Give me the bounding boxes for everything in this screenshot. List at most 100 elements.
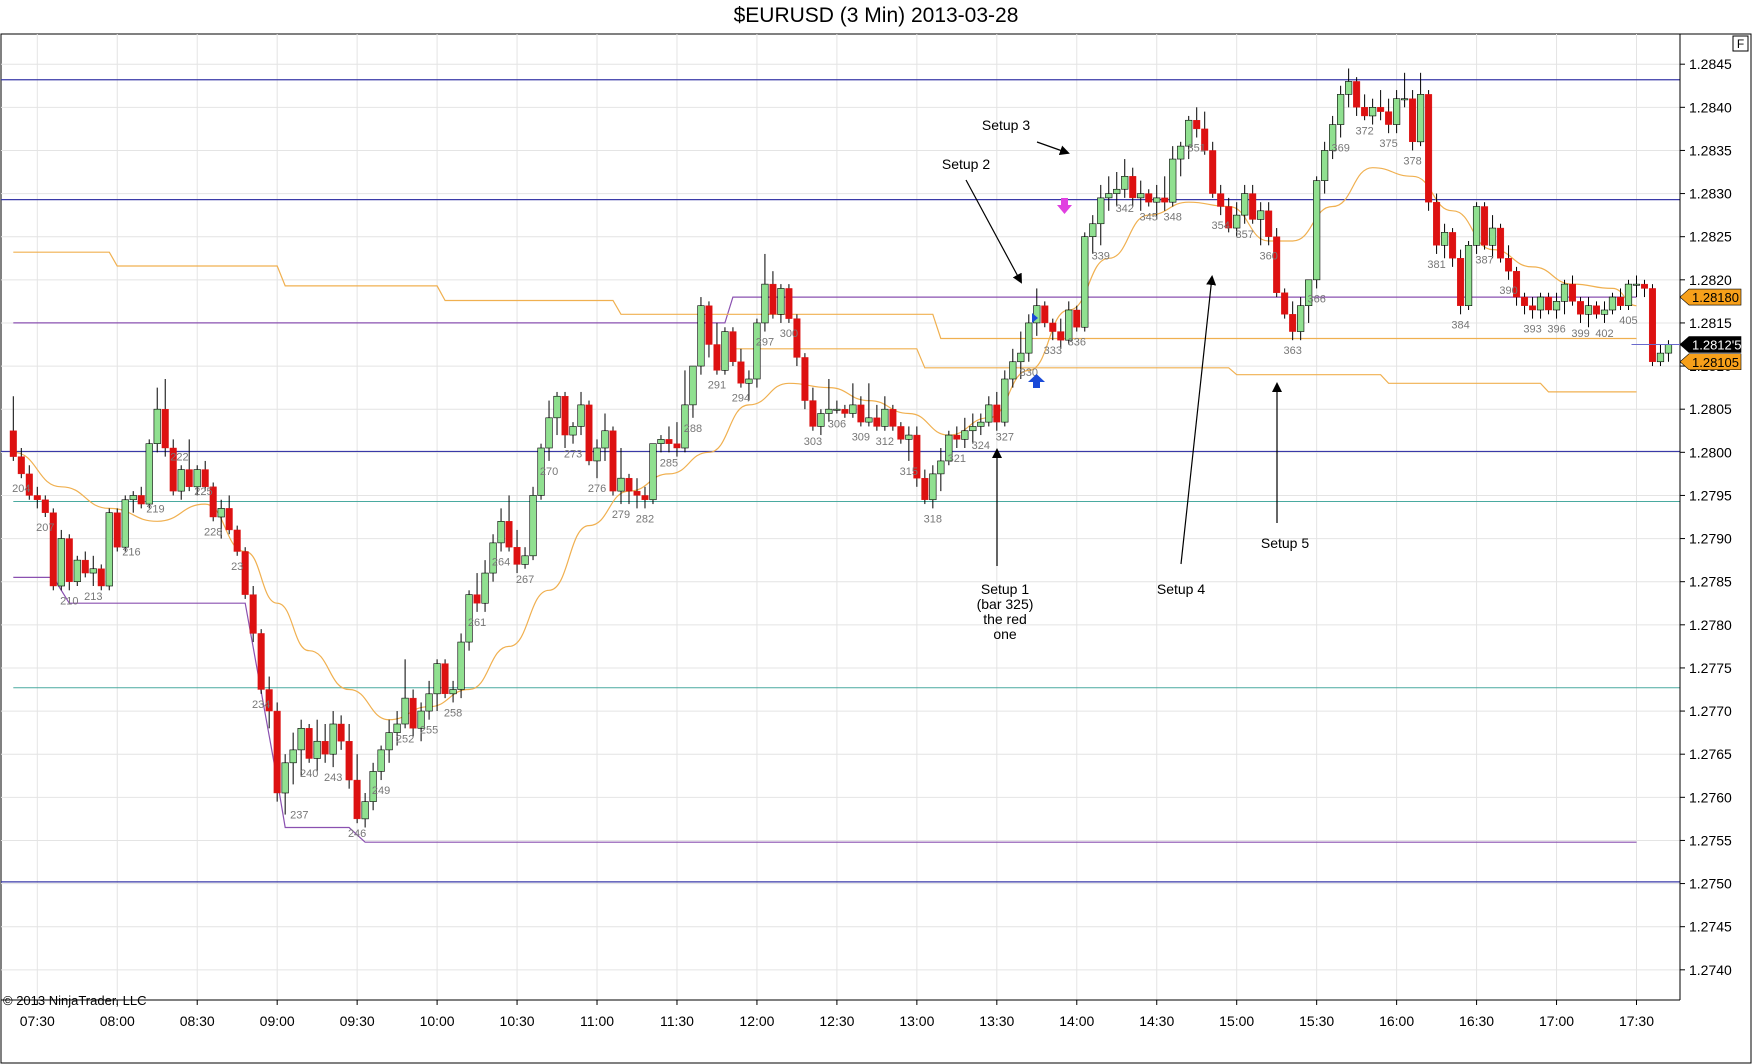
candle-327[interactable] bbox=[1001, 370, 1009, 427]
candle-410[interactable] bbox=[1664, 340, 1673, 362]
candle-206[interactable] bbox=[33, 486, 41, 509]
candle-250[interactable] bbox=[385, 719, 393, 763]
candle-223[interactable] bbox=[169, 439, 177, 496]
price-axis[interactable]: 1.2845 1.2840 1.2835 1.2830 1.2825 1.2820 1.28… bbox=[1679, 34, 1732, 1000]
candle-262[interactable] bbox=[481, 560, 489, 612]
candle-403[interactable] bbox=[1608, 292, 1617, 315]
candle-340[interactable] bbox=[1105, 176, 1113, 211]
candle-237[interactable] bbox=[281, 754, 289, 815]
candle-214[interactable] bbox=[97, 564, 105, 591]
candle-281[interactable] bbox=[633, 478, 641, 509]
candle-285[interactable] bbox=[665, 426, 673, 453]
candle-258[interactable] bbox=[449, 680, 457, 703]
candle-357[interactable] bbox=[1241, 184, 1249, 224]
candle-280[interactable] bbox=[625, 473, 633, 505]
candle-302[interactable] bbox=[801, 353, 809, 410]
candle-288[interactable] bbox=[689, 365, 697, 418]
candle-276[interactable] bbox=[593, 439, 601, 479]
candle-338[interactable] bbox=[1089, 215, 1097, 254]
candle-402[interactable] bbox=[1600, 301, 1609, 323]
candle-306[interactable] bbox=[833, 400, 841, 414]
candles[interactable] bbox=[9, 68, 1673, 828]
candle-373[interactable] bbox=[1369, 98, 1377, 125]
candle-359[interactable] bbox=[1257, 202, 1265, 246]
candle-388[interactable] bbox=[1488, 215, 1497, 259]
candle-374[interactable] bbox=[1377, 90, 1385, 121]
candle-273[interactable] bbox=[569, 422, 577, 444]
candle-364[interactable] bbox=[1297, 297, 1305, 341]
candle-362[interactable] bbox=[1281, 288, 1289, 319]
candle-321[interactable] bbox=[953, 426, 961, 448]
candle-380[interactable] bbox=[1425, 90, 1433, 211]
candle-404[interactable] bbox=[1616, 288, 1624, 310]
candle-272[interactable] bbox=[561, 391, 569, 448]
candle-290[interactable] bbox=[705, 301, 713, 358]
candle-243[interactable] bbox=[329, 711, 337, 768]
candle-367[interactable] bbox=[1321, 141, 1329, 194]
candle-242[interactable] bbox=[321, 724, 329, 763]
candle-304[interactable] bbox=[817, 409, 825, 436]
candle-292[interactable] bbox=[721, 327, 729, 375]
candle-383[interactable] bbox=[1449, 228, 1457, 267]
candle-244[interactable] bbox=[337, 715, 345, 750]
candle-283[interactable] bbox=[649, 443, 657, 505]
candle-345[interactable] bbox=[1145, 189, 1153, 207]
candle-369[interactable] bbox=[1337, 85, 1345, 138]
candle-267[interactable] bbox=[521, 547, 529, 569]
candle-282[interactable] bbox=[641, 486, 649, 509]
candle-246[interactable] bbox=[353, 754, 361, 824]
candle-377[interactable] bbox=[1401, 72, 1409, 108]
candle-249[interactable] bbox=[377, 745, 385, 781]
candle-291[interactable] bbox=[713, 322, 721, 375]
candle-378[interactable] bbox=[1409, 90, 1417, 151]
candle-232[interactable] bbox=[241, 547, 249, 599]
candle-326[interactable] bbox=[993, 391, 1001, 431]
candle-381[interactable] bbox=[1433, 193, 1441, 254]
candle-234[interactable] bbox=[257, 629, 265, 694]
candle-386[interactable] bbox=[1472, 202, 1481, 254]
candle-284[interactable] bbox=[657, 435, 665, 453]
candle-207[interactable] bbox=[41, 495, 49, 517]
candle-287[interactable] bbox=[681, 370, 689, 453]
candle-337[interactable] bbox=[1081, 232, 1089, 332]
candle-384[interactable] bbox=[1457, 249, 1465, 315]
candle-222[interactable] bbox=[161, 379, 169, 457]
candle-375[interactable] bbox=[1385, 98, 1393, 134]
candle-363[interactable] bbox=[1289, 301, 1297, 341]
candle-351[interactable] bbox=[1193, 107, 1201, 138]
candle-389[interactable] bbox=[1497, 223, 1505, 263]
candle-257[interactable] bbox=[441, 659, 449, 699]
candle-211[interactable] bbox=[73, 555, 81, 586]
candle-360[interactable] bbox=[1265, 202, 1273, 246]
candle-252[interactable] bbox=[401, 659, 409, 729]
candle-342[interactable] bbox=[1121, 159, 1129, 198]
candle-301[interactable] bbox=[793, 314, 801, 367]
candle-265[interactable] bbox=[505, 495, 513, 552]
candle-314[interactable] bbox=[897, 422, 905, 444]
candle-407[interactable] bbox=[1640, 279, 1648, 298]
price-chart[interactable]: 204 207 210 213 216 219 222 225 228 23 234 237 240 24… bbox=[0, 0, 1752, 1064]
candle-277[interactable] bbox=[601, 413, 609, 461]
candle-225[interactable] bbox=[185, 439, 193, 492]
candle-312[interactable] bbox=[881, 396, 889, 431]
candle-393[interactable] bbox=[1529, 297, 1537, 319]
candle-238[interactable] bbox=[289, 732, 297, 785]
candle-219[interactable] bbox=[137, 486, 145, 509]
candle-240[interactable] bbox=[305, 724, 313, 763]
candle-259[interactable] bbox=[457, 633, 465, 699]
candle-241[interactable] bbox=[313, 719, 321, 772]
candle-247[interactable] bbox=[361, 793, 369, 828]
candle-293[interactable] bbox=[729, 327, 737, 367]
candle-385[interactable] bbox=[1464, 241, 1473, 310]
candle-297[interactable] bbox=[761, 253, 769, 332]
candle-303[interactable] bbox=[809, 387, 817, 431]
candle-343[interactable] bbox=[1129, 167, 1137, 207]
candle-216[interactable] bbox=[113, 508, 121, 552]
candle-209[interactable] bbox=[57, 529, 65, 591]
candle-224[interactable] bbox=[177, 465, 185, 500]
candle-341[interactable] bbox=[1113, 172, 1121, 207]
candle-266[interactable] bbox=[513, 529, 521, 574]
candle-405[interactable] bbox=[1624, 279, 1633, 310]
candle-379[interactable] bbox=[1416, 72, 1425, 147]
candle-245[interactable] bbox=[345, 724, 353, 789]
